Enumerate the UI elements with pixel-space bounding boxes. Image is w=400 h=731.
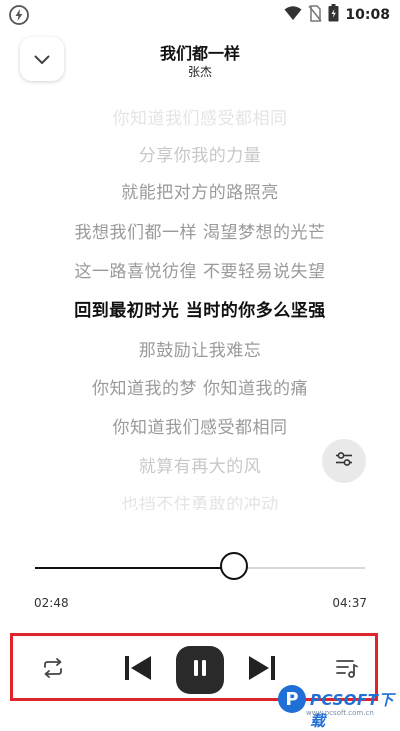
lyric-settings-button[interactable] — [322, 439, 366, 483]
wifi-icon — [284, 5, 302, 25]
seek-handle[interactable] — [220, 552, 249, 580]
lyric-line: 就能把对方的路照亮 — [121, 183, 279, 203]
lyric-line-current: 回到最初时光 当时的你多么坚强 — [74, 301, 326, 321]
lyric-line: 我想我们都一样 渴望梦想的光芒 — [74, 223, 326, 243]
total-time: 04:37 — [332, 596, 367, 610]
song-title: 我们都一样 — [159, 44, 240, 63]
watermark-logo: P PCSOFT下载 www.pcsoft.com.cn — [276, 683, 400, 730]
skip-next-icon — [246, 654, 278, 686]
sliders-icon — [335, 451, 353, 471]
pause-button[interactable] — [176, 646, 224, 694]
lyric-line: 你知道我的梦 你知道我的痛 — [92, 379, 308, 399]
lyric-line: 那鼓励让我难忘 — [138, 341, 262, 361]
lyric-line: 也挡不住勇敢的冲动 — [121, 495, 279, 510]
status-icons: 10:08 — [284, 4, 390, 26]
seek-bar[interactable] — [35, 552, 365, 580]
lightning-icon — [8, 4, 30, 26]
status-bar: 10:08 — [0, 0, 400, 30]
repeat-button[interactable] — [38, 655, 68, 685]
current-time: 02:48 — [34, 596, 69, 610]
watermark-emblem: P — [278, 685, 306, 713]
no-sim-icon — [308, 4, 323, 26]
lyric-line: 你知道我们感受都相同 — [112, 418, 288, 438]
status-time: 10:08 — [345, 7, 390, 23]
lyric-line: 分享你我的力量 — [138, 146, 262, 166]
playlist-button[interactable] — [333, 656, 361, 684]
previous-button[interactable] — [121, 653, 155, 687]
watermark-subtext: www.pcsoft.com.cn — [306, 709, 374, 717]
skip-previous-icon — [122, 654, 154, 686]
next-button[interactable] — [245, 653, 279, 687]
lyric-line: 这一路喜悦彷徨 不要轻易说失望 — [74, 262, 326, 282]
lyric-line: 你知道我们感受都相同 — [112, 109, 288, 129]
playlist-icon — [335, 657, 359, 683]
pause-icon — [192, 659, 208, 681]
song-artist: 张杰 — [187, 65, 212, 79]
battery-icon — [328, 4, 339, 26]
repeat-icon — [41, 657, 65, 683]
seek-fill — [35, 567, 236, 569]
